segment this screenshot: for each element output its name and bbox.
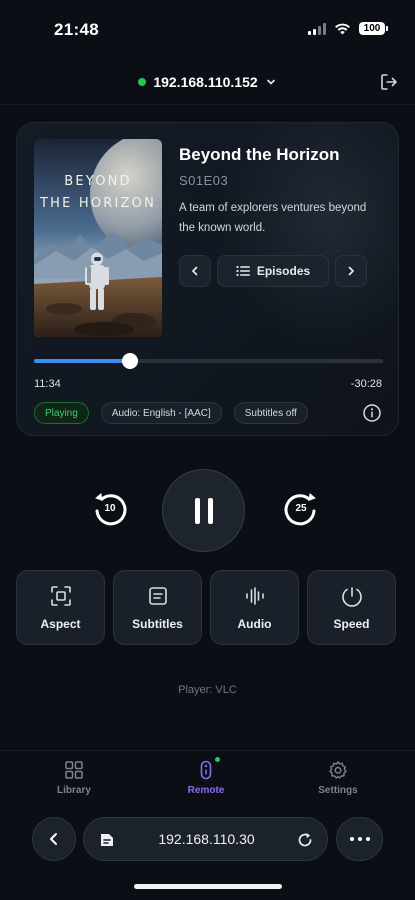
pause-icon [194,497,213,524]
remote-icon [200,760,212,780]
subtitles-icon [148,586,167,605]
poster-title: BEYOND THE HORIZON [34,171,162,215]
audio-button[interactable]: Audio [210,570,299,645]
tabbar-divider [0,750,415,751]
now-playing-card: BEYOND THE HORIZON Beyond the Horizon S0… [16,122,399,436]
aspect-button[interactable]: Aspect [16,570,105,645]
more-dot [357,837,362,841]
connection-selector[interactable]: 192.168.110.152 [0,70,415,94]
speed-label: Speed [333,616,370,631]
skip-back-button[interactable]: 10 [90,490,130,530]
browser-back-button[interactable] [32,817,76,861]
episode-nav: Episodes [179,255,367,287]
chevron-right-icon [348,266,354,276]
episode-title: Beyond the Horizon [179,145,340,164]
chevron-left-icon [50,833,57,845]
audio-label: Audio [237,616,272,631]
address-bar-url: 192.168.110.30 [158,831,255,847]
seek-bar[interactable] [34,353,383,369]
gear-icon [329,761,347,779]
episodes-label: Episodes [256,264,311,278]
more-dot [349,837,354,841]
poster-title-line1: BEYOND [64,174,132,189]
subtitles-label: Subtitles [132,616,183,631]
tab-library-label: Library [57,785,91,796]
remaining-time: -30:28 [350,378,382,390]
skip-forward-button[interactable]: 25 [281,490,321,530]
next-episode-button[interactable] [335,255,367,287]
player-options: Aspect Subtitles Audio Speed [16,570,396,645]
subtitles-button[interactable]: Subtitles [113,570,202,645]
speed-icon [341,586,362,607]
home-indicator [134,884,282,889]
more-dot [365,837,370,841]
status-time: 21:48 [54,20,99,39]
status-icons: 100 [308,22,388,35]
previous-episode-button[interactable] [179,255,211,287]
subtitles-chip[interactable]: Subtitles off [233,402,308,424]
elapsed-time: 11:34 [34,378,61,390]
poster-title-line2: THE HORIZON [40,196,156,211]
skip-back-seconds: 10 [104,503,116,514]
aspect-label: Aspect [40,616,81,631]
info-button[interactable] [362,403,382,423]
remote-active-dot [215,757,220,762]
seek-bar-fill [34,359,130,363]
chevron-down-icon [266,79,275,85]
episodes-button[interactable]: Episodes [217,255,329,287]
skip-forward-seconds: 25 [295,503,307,514]
player-name: Player: VLC [178,684,237,696]
tab-settings-label: Settings [318,785,358,796]
seek-bar-handle[interactable] [121,353,138,369]
chevron-left-icon [192,266,198,276]
tab-remote-label: Remote [187,785,225,796]
logout-button[interactable] [377,70,401,94]
tab-bar: Library Remote Settings [0,760,415,800]
wifi-icon [335,23,350,35]
episode-code: S01E03 [179,173,229,188]
connection-ip: 192.168.110.152 [153,74,258,90]
episode-poster: BEYOND THE HORIZON [34,139,162,337]
aspect-icon [50,585,71,606]
audio-track-chip[interactable]: Audio: English - [AAC] [100,402,222,424]
logout-icon [381,74,397,90]
list-icon [236,265,250,277]
address-bar[interactable]: 192.168.110.30 [83,817,328,861]
status-bar: 21:48 100 [0,0,415,60]
grid-icon [65,761,83,779]
battery-icon: 100 [359,22,388,35]
tab-library[interactable]: Library [34,760,114,796]
signal-icon [308,22,326,35]
info-icon [363,404,381,422]
status-chips: Playing Audio: English - [AAC] Subtitles… [34,402,308,424]
tab-remote[interactable]: Remote [166,760,246,796]
browser-more-button[interactable] [336,817,383,861]
connection-status-dot [138,78,147,86]
episode-description: A team of explorers ventures beyond the … [179,202,367,234]
tab-settings[interactable]: Settings [298,760,378,796]
playback-state-badge: Playing [34,402,89,424]
audio-icon [245,586,264,605]
header-divider [0,104,415,105]
pause-button[interactable] [162,469,245,552]
reload-icon[interactable] [296,831,314,849]
speed-button[interactable]: Speed [307,570,396,645]
